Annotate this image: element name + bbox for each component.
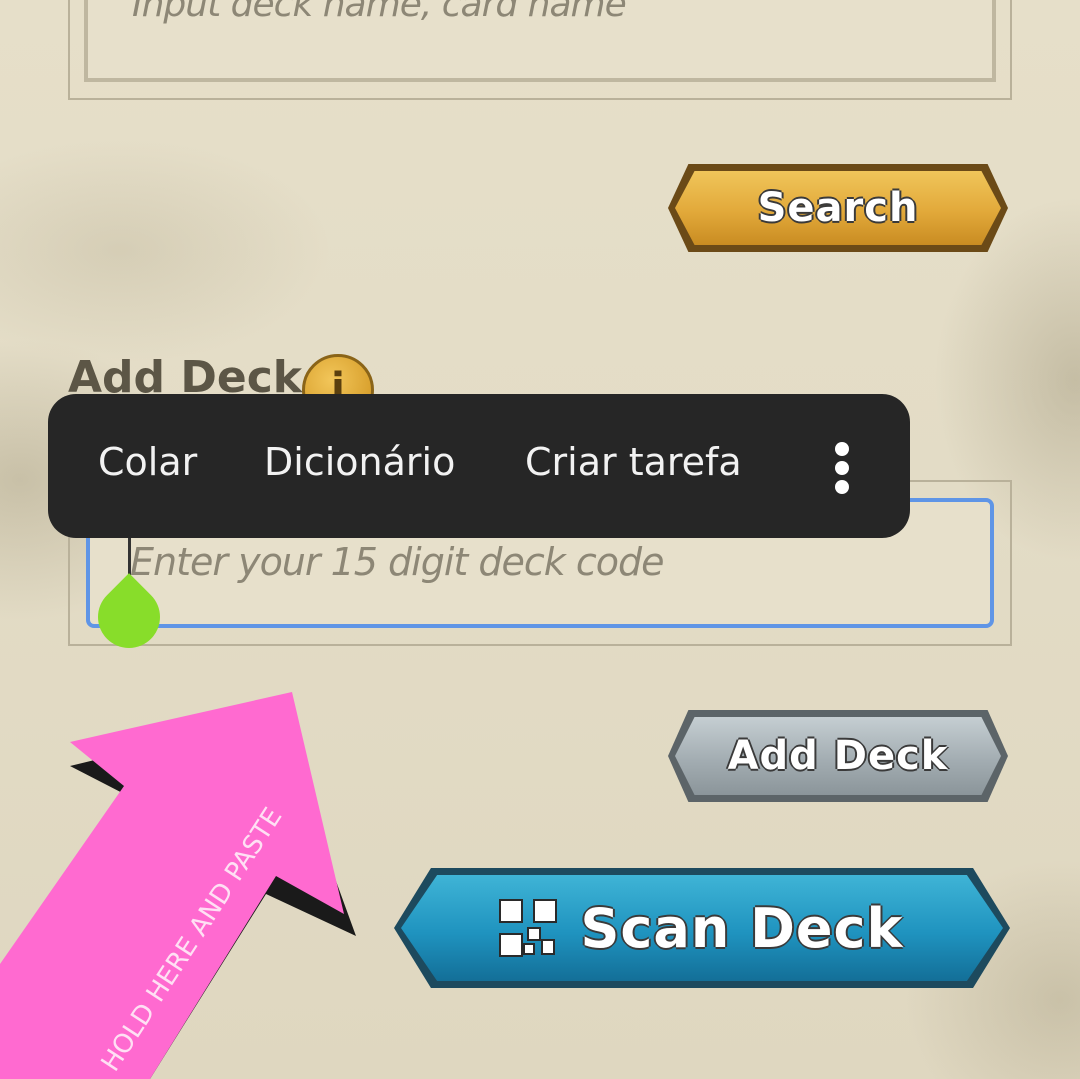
annotation-arrow (0, 692, 356, 1079)
